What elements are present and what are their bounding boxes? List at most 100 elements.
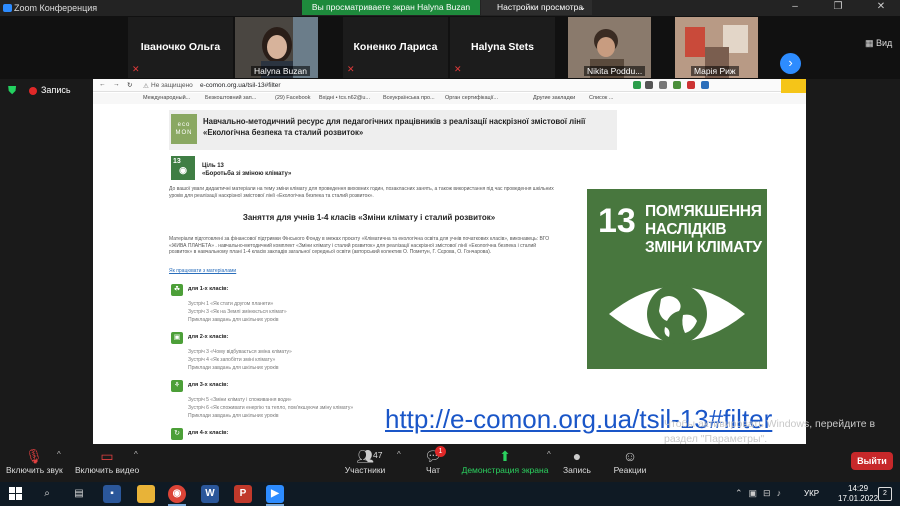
sdg-number: 13 xyxy=(598,202,636,240)
goal-label: Ціль 13 «Боротьба зі зміною клімату» xyxy=(202,162,291,178)
title-bar: Zoom Конференция Вы просматриваете экран… xyxy=(0,0,900,16)
zoom-logo-icon xyxy=(3,4,12,12)
participant-tile[interactable]: Коненко Лариса ✕ xyxy=(343,17,448,78)
extension-icon[interactable] xyxy=(687,81,695,89)
mic-muted-icon: ✕ xyxy=(132,64,140,74)
bookmark-item[interactable]: Безкоштовний зап... xyxy=(205,95,256,101)
grid-icon: ▦ xyxy=(865,38,877,48)
windows-activation-watermark: Чтобы активировать Windows, перейдите в … xyxy=(664,418,876,445)
record-button[interactable]: ● Запись xyxy=(562,447,592,475)
eye-icon: ◉ xyxy=(179,165,187,175)
earth-eye-icon xyxy=(609,284,745,344)
grade-link[interactable]: Приклади завдань для шкільних уроків xyxy=(188,317,279,323)
share-screen-button[interactable]: ⬆ Демонстрация экрана xyxy=(460,447,550,475)
extension-icon[interactable] xyxy=(701,81,709,89)
windows-start-icon[interactable] xyxy=(9,487,22,500)
notification-icon[interactable]: 2 xyxy=(878,487,892,501)
start-video-button[interactable]: ▭ Включить видео xyxy=(75,447,139,475)
participant-video-tile[interactable]: Марія Риж xyxy=(675,17,758,78)
url-field[interactable]: e-comon.org.ua/tsil-13#filter xyxy=(200,82,281,89)
participant-video-tile[interactable]: Halyna Buzan xyxy=(235,17,318,78)
back-icon[interactable]: ← xyxy=(99,81,106,88)
grade-icon: ↻ xyxy=(171,428,183,440)
recording-label: Запись xyxy=(41,85,71,95)
shield-icon[interactable]: ⛊ xyxy=(8,86,18,97)
extension-icon[interactable] xyxy=(673,81,681,89)
participant-name: Halyna Stets xyxy=(470,41,535,53)
participant-tile[interactable]: Іваночко Ольга ✕ xyxy=(128,17,233,78)
grade-icon: ▣ xyxy=(171,332,183,344)
browser-address-bar: ← → ↻ ⚠ Не защищено e-comon.org.ua/tsil-… xyxy=(93,79,806,92)
save-icon[interactable]: ▪ xyxy=(103,485,121,503)
participant-name: Nikita Poddu... xyxy=(584,66,646,76)
grade-link[interactable]: Зустріч 4 «Як запобігти зміні клімату» xyxy=(188,357,275,363)
grade-link[interactable]: Приклади завдань для шкільних уроків xyxy=(188,365,279,371)
grade-link[interactable]: Зустріч 1 «Як стати другом планети» xyxy=(188,301,273,307)
bookmark-item[interactable]: Список ... xyxy=(589,95,613,101)
reload-icon[interactable]: ↻ xyxy=(127,81,132,89)
grade-title: для 3-х класів: xyxy=(188,382,229,388)
view-options-button[interactable]: Настройки просмотра ⌄ xyxy=(481,0,592,15)
clock-time: 14:29 xyxy=(848,484,869,493)
leave-button[interactable]: Выйти xyxy=(851,452,893,470)
sdg-title: ПОМ'ЯКШЕННЯ НАСЛІДКІВ ЗМІНИ КЛІМАТУ xyxy=(645,203,762,256)
view-button[interactable]: ▦ Вид xyxy=(865,38,892,49)
recording-icon xyxy=(29,87,37,95)
goal13-badge: 13 ◉ xyxy=(171,156,195,180)
grade-link[interactable]: Зустріч 5 «Зміни клімату і споживання во… xyxy=(188,397,292,403)
extension-icon[interactable] xyxy=(645,81,653,89)
next-page-button[interactable]: › xyxy=(780,53,801,74)
powerpoint-icon[interactable]: P xyxy=(234,485,252,503)
system-tray-icons[interactable]: ⌃▣⊟♪ xyxy=(735,488,787,499)
word-icon[interactable]: W xyxy=(201,485,219,503)
forward-icon[interactable]: → xyxy=(113,81,120,88)
video-caret-icon[interactable]: ^ xyxy=(134,450,138,459)
chrome-icon[interactable]: ◉ xyxy=(168,485,186,503)
chevron-right-icon: › xyxy=(788,55,793,70)
participant-video-tile[interactable]: Nikita Poddu... xyxy=(568,17,651,78)
reactions-button[interactable]: ☺ Реакции xyxy=(612,447,648,475)
folder-icon[interactable] xyxy=(137,485,155,503)
ecomon-logo[interactable]: eco MON xyxy=(171,114,197,144)
grade-link[interactable]: Приклади завдань для шкільних уроків xyxy=(188,413,279,419)
grade-link[interactable]: Зустріч 6 «Як споживати енергію та тепло… xyxy=(188,405,353,411)
maximize-icon[interactable]: ❐ xyxy=(823,1,853,12)
unmute-label: Включить звук xyxy=(6,465,63,475)
unmute-button[interactable]: 🎙︎ Включить звук xyxy=(6,447,63,475)
search-icon[interactable]: ⌕ xyxy=(38,485,56,503)
lesson-link[interactable]: Як працювати з матеріалами xyxy=(169,268,236,274)
bookmark-item[interactable]: Вхідні • tcs.n62@u... xyxy=(319,95,370,101)
grade-title: для 1-х класів: xyxy=(188,286,229,292)
bookmark-item[interactable]: (29) Facebook xyxy=(275,95,310,101)
view-options-label: Настройки просмотра xyxy=(497,2,584,12)
participants-caret-icon[interactable]: ^ xyxy=(397,450,401,459)
participant-name: Коненко Лариса xyxy=(353,41,438,53)
grade-link[interactable]: Зустріч 3 «Як на Землі змінюється клімат… xyxy=(188,309,287,315)
audio-caret-icon[interactable]: ^ xyxy=(57,450,61,459)
page-title: Навчально-методичний ресурс для педагогі… xyxy=(203,117,586,137)
participant-strip: Іваночко Ольга ✕ Halyna Buzan Коненко Ла… xyxy=(0,16,900,79)
intro-text: До вашої уваги дидактичні матеріали на т… xyxy=(169,186,554,199)
share-caret-icon[interactable]: ^ xyxy=(547,450,551,459)
language-indicator[interactable]: УКР xyxy=(804,489,819,498)
bookmark-item[interactable]: Орган сертифікації... xyxy=(445,95,498,101)
extension-icon[interactable] xyxy=(659,81,667,89)
grade-link[interactable]: Зустріч 3 «Чому відбувається зміна кліма… xyxy=(188,349,292,355)
bookmark-item[interactable]: Всеукраїнська про... xyxy=(383,95,435,101)
clock[interactable]: 14:29 17.01.2022 xyxy=(838,484,878,504)
zoom-icon[interactable]: ▶ xyxy=(266,485,284,503)
participants-button[interactable]: 👥︎ Участники xyxy=(340,447,390,475)
minimize-icon[interactable]: – xyxy=(780,1,810,12)
warning-icon: ⚠ xyxy=(143,83,149,90)
bookmark-item[interactable]: Другие закладки xyxy=(533,95,575,101)
zoom-window: Zoom Конференция Вы просматриваете экран… xyxy=(0,0,900,506)
extension-icon[interactable] xyxy=(633,81,641,89)
participant-tile[interactable]: Halyna Stets ✕ xyxy=(450,17,555,78)
task-view-icon[interactable]: ▤ xyxy=(70,485,88,503)
participant-name: Іваночко Ольга xyxy=(140,41,221,53)
record-label: Запись xyxy=(563,465,591,475)
bookmark-item[interactable]: Международный... xyxy=(143,95,190,101)
share-banner: Вы просматриваете экран Halyna Buzan xyxy=(302,0,480,15)
close-icon[interactable]: ✕ xyxy=(866,1,896,12)
mic-muted-icon: ✕ xyxy=(347,64,355,74)
